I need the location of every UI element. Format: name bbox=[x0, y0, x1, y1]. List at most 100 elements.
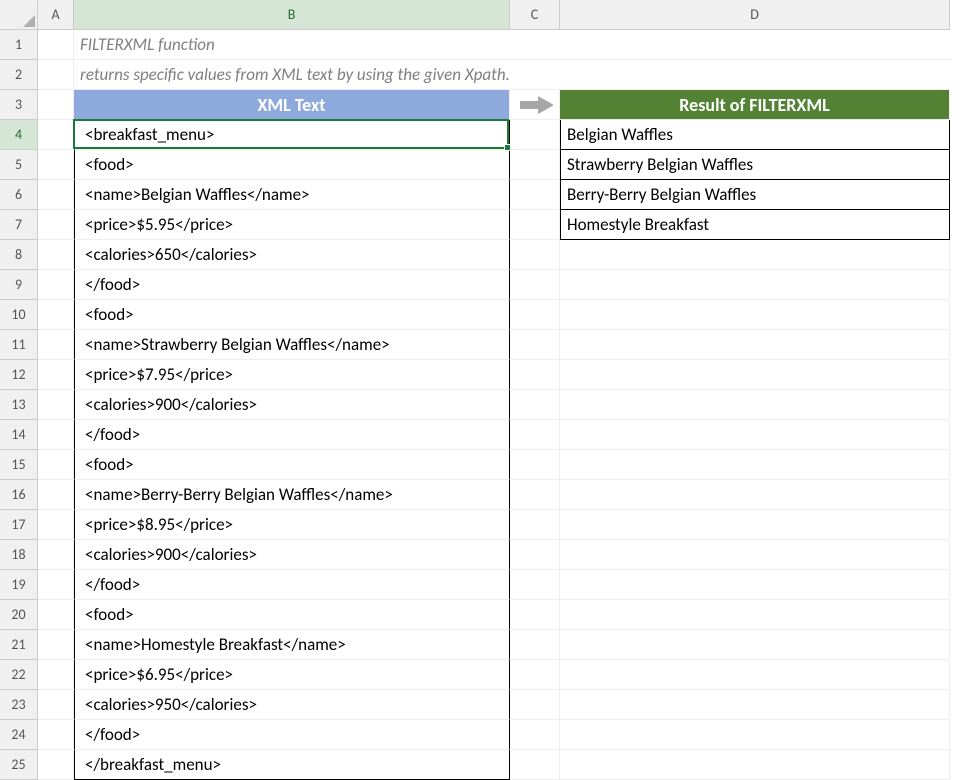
cell-C24[interactable] bbox=[510, 720, 560, 750]
cell-A10[interactable] bbox=[38, 300, 74, 330]
cell-D19[interactable] bbox=[560, 570, 950, 600]
row-header-15[interactable]: 15 bbox=[0, 450, 38, 480]
col-header-B[interactable]: B bbox=[74, 0, 510, 30]
cell-D9[interactable] bbox=[560, 270, 950, 300]
cell-D13[interactable] bbox=[560, 390, 950, 420]
row-header-19[interactable]: 19 bbox=[0, 570, 38, 600]
row-header-8[interactable]: 8 bbox=[0, 240, 38, 270]
cell-C18[interactable] bbox=[510, 540, 560, 570]
result-header: Result of FILTERXML bbox=[560, 90, 950, 120]
cell-A23[interactable] bbox=[38, 690, 74, 720]
cell-A3[interactable] bbox=[38, 90, 74, 120]
cell-A17[interactable] bbox=[38, 510, 74, 540]
cell-C19[interactable] bbox=[510, 570, 560, 600]
cell-D14[interactable] bbox=[560, 420, 950, 450]
cell-A7[interactable] bbox=[38, 210, 74, 240]
row-header-16[interactable]: 16 bbox=[0, 480, 38, 510]
cell-A21[interactable] bbox=[38, 630, 74, 660]
cell-A1[interactable] bbox=[38, 30, 74, 60]
spreadsheet-grid[interactable]: ABCD1FILTERXML function2returns specific… bbox=[0, 0, 968, 780]
col-header-A[interactable]: A bbox=[38, 0, 74, 30]
col-header-C[interactable]: C bbox=[510, 0, 560, 30]
cell-D21[interactable] bbox=[560, 630, 950, 660]
cell-C15[interactable] bbox=[510, 450, 560, 480]
cell-C10[interactable] bbox=[510, 300, 560, 330]
cell-D11[interactable] bbox=[560, 330, 950, 360]
row-header-11[interactable]: 11 bbox=[0, 330, 38, 360]
cell-C5[interactable] bbox=[510, 150, 560, 180]
cell-D16[interactable] bbox=[560, 480, 950, 510]
row-header-4[interactable]: 4 bbox=[0, 120, 38, 150]
cell-D17[interactable] bbox=[560, 510, 950, 540]
row-header-1[interactable]: 1 bbox=[0, 30, 38, 60]
cell-A15[interactable] bbox=[38, 450, 74, 480]
cell-C20[interactable] bbox=[510, 600, 560, 630]
row-header-6[interactable]: 6 bbox=[0, 180, 38, 210]
cell-A22[interactable] bbox=[38, 660, 74, 690]
cell-A9[interactable] bbox=[38, 270, 74, 300]
cell-D18[interactable] bbox=[560, 540, 950, 570]
cell-C9[interactable] bbox=[510, 270, 560, 300]
cell-A16[interactable] bbox=[38, 480, 74, 510]
row-header-17[interactable]: 17 bbox=[0, 510, 38, 540]
col-header-D[interactable]: D bbox=[560, 0, 950, 30]
cell-C23[interactable] bbox=[510, 690, 560, 720]
cell-C8[interactable] bbox=[510, 240, 560, 270]
cell-A6[interactable] bbox=[38, 180, 74, 210]
row-header-5[interactable]: 5 bbox=[0, 150, 38, 180]
cell-A25[interactable] bbox=[38, 750, 74, 780]
cell-C4[interactable] bbox=[510, 120, 560, 150]
cell-A19[interactable] bbox=[38, 570, 74, 600]
cell-D8[interactable] bbox=[560, 240, 950, 270]
row-header-23[interactable]: 23 bbox=[0, 690, 38, 720]
cell-C17[interactable] bbox=[510, 510, 560, 540]
cell-D22[interactable] bbox=[560, 660, 950, 690]
cell-A5[interactable] bbox=[38, 150, 74, 180]
row-header-18[interactable]: 18 bbox=[0, 540, 38, 570]
cell-A12[interactable] bbox=[38, 360, 74, 390]
cell-C22[interactable] bbox=[510, 660, 560, 690]
row-header-10[interactable]: 10 bbox=[0, 300, 38, 330]
cell-D20[interactable] bbox=[560, 600, 950, 630]
cell-A11[interactable] bbox=[38, 330, 74, 360]
row-header-9[interactable]: 9 bbox=[0, 270, 38, 300]
cell-D23[interactable] bbox=[560, 690, 950, 720]
cell-C13[interactable] bbox=[510, 390, 560, 420]
row-header-21[interactable]: 21 bbox=[0, 630, 38, 660]
row-header-24[interactable]: 24 bbox=[0, 720, 38, 750]
row-header-25[interactable]: 25 bbox=[0, 750, 38, 780]
cell-D15[interactable] bbox=[560, 450, 950, 480]
cell-D24[interactable] bbox=[560, 720, 950, 750]
cell-C14[interactable] bbox=[510, 420, 560, 450]
cell-C25[interactable] bbox=[510, 750, 560, 780]
row-header-7[interactable]: 7 bbox=[0, 210, 38, 240]
cell-C12[interactable] bbox=[510, 360, 560, 390]
row-header-13[interactable]: 13 bbox=[0, 390, 38, 420]
xml-line-6: <food> bbox=[74, 300, 510, 330]
row-header-22[interactable]: 22 bbox=[0, 660, 38, 690]
cell-C11[interactable] bbox=[510, 330, 560, 360]
cell-C21[interactable] bbox=[510, 630, 560, 660]
cell-A2[interactable] bbox=[38, 60, 74, 90]
cell-A24[interactable] bbox=[38, 720, 74, 750]
cell-A13[interactable] bbox=[38, 390, 74, 420]
cell-A18[interactable] bbox=[38, 540, 74, 570]
cell-D12[interactable] bbox=[560, 360, 950, 390]
row-header-12[interactable]: 12 bbox=[0, 360, 38, 390]
select-all-corner[interactable] bbox=[0, 0, 38, 30]
cell-A20[interactable] bbox=[38, 600, 74, 630]
row-header-14[interactable]: 14 bbox=[0, 420, 38, 450]
xml-line-0: <breakfast_menu> bbox=[74, 120, 510, 150]
row-header-3[interactable]: 3 bbox=[0, 90, 38, 120]
cell-A14[interactable] bbox=[38, 420, 74, 450]
cell-A8[interactable] bbox=[38, 240, 74, 270]
cell-D25[interactable] bbox=[560, 750, 950, 780]
row-header-20[interactable]: 20 bbox=[0, 600, 38, 630]
cell-A4[interactable] bbox=[38, 120, 74, 150]
cell-C16[interactable] bbox=[510, 480, 560, 510]
cell-C6[interactable] bbox=[510, 180, 560, 210]
xml-line-12: <name>Berry-Berry Belgian Waffles</name> bbox=[74, 480, 510, 510]
row-header-2[interactable]: 2 bbox=[0, 60, 38, 90]
cell-C7[interactable] bbox=[510, 210, 560, 240]
cell-D10[interactable] bbox=[560, 300, 950, 330]
